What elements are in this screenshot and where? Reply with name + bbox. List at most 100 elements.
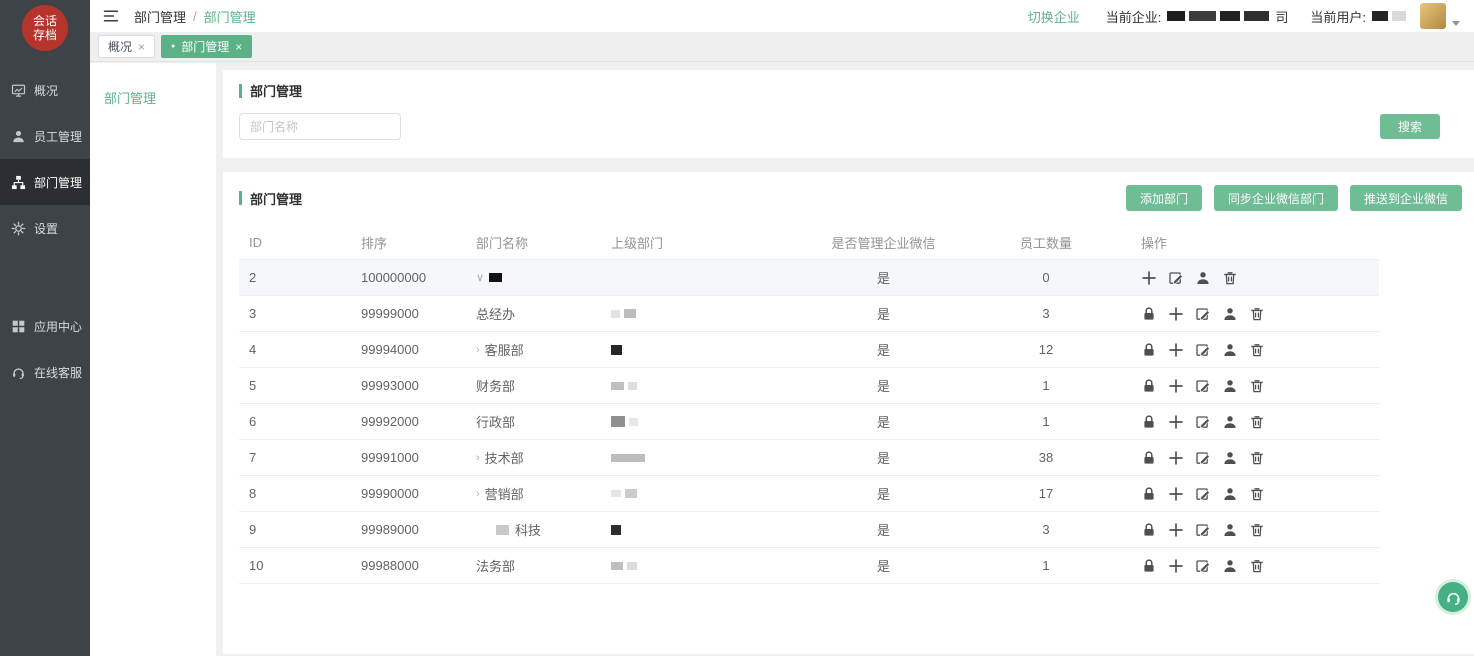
lock-icon[interactable] xyxy=(1141,342,1157,358)
breadcrumb-root[interactable]: 部门管理 xyxy=(134,7,186,26)
cell-count: 38 xyxy=(971,450,1121,465)
delete-icon[interactable] xyxy=(1249,486,1265,502)
add-sub-department-icon[interactable] xyxy=(1168,414,1184,430)
sidebar-item-departments[interactable]: 部门管理 xyxy=(0,159,90,205)
members-icon[interactable] xyxy=(1222,306,1238,322)
delete-icon[interactable] xyxy=(1249,522,1265,538)
edit-icon[interactable] xyxy=(1195,306,1211,322)
department-table: ID 排序 部门名称 上级部门 是否管理企业微信 员工数量 操作 2 10000… xyxy=(239,226,1379,584)
title-accent-bar xyxy=(239,191,242,205)
lock-icon[interactable] xyxy=(1141,486,1157,502)
members-icon[interactable] xyxy=(1222,378,1238,394)
add-sub-department-icon[interactable] xyxy=(1168,378,1184,394)
cell-name: › 技术部 xyxy=(476,448,611,467)
tab-overview[interactable]: 概况 × xyxy=(98,35,155,58)
headset-icon xyxy=(11,365,26,380)
members-icon[interactable] xyxy=(1222,342,1238,358)
table-card-title: 部门管理 xyxy=(250,189,302,208)
expand-arrow-icon[interactable]: › xyxy=(476,488,480,500)
user-name-redacted xyxy=(1372,11,1406,21)
collapse-menu-icon[interactable] xyxy=(102,8,120,24)
caret-down-icon[interactable] xyxy=(1452,21,1460,26)
sidebar-item-label: 部门管理 xyxy=(34,174,82,191)
search-card: 部门管理 搜索 xyxy=(223,70,1474,158)
cell-id: 9 xyxy=(239,522,361,537)
row-actions xyxy=(1121,414,1379,430)
cell-wework: 是 xyxy=(796,484,971,503)
edit-icon[interactable] xyxy=(1168,270,1184,286)
edit-icon[interactable] xyxy=(1195,342,1211,358)
lock-icon[interactable] xyxy=(1141,522,1157,538)
edit-icon[interactable] xyxy=(1195,522,1211,538)
members-icon[interactable] xyxy=(1222,414,1238,430)
add-sub-department-icon[interactable] xyxy=(1168,306,1184,322)
lock-icon[interactable] xyxy=(1141,378,1157,394)
members-icon[interactable] xyxy=(1222,558,1238,574)
sidebar-item-overview[interactable]: 概况 xyxy=(0,67,90,113)
edit-icon[interactable] xyxy=(1195,414,1211,430)
cell-count: 0 xyxy=(971,270,1121,285)
members-icon[interactable] xyxy=(1222,522,1238,538)
sidebar-item-online-service[interactable]: 在线客服 xyxy=(0,349,90,395)
members-icon[interactable] xyxy=(1195,270,1211,286)
app-logo[interactable]: 会话 存档 xyxy=(22,5,68,51)
close-icon[interactable]: × xyxy=(138,40,145,54)
lock-icon[interactable] xyxy=(1141,558,1157,574)
edit-icon[interactable] xyxy=(1195,558,1211,574)
search-button[interactable]: 搜索 xyxy=(1380,114,1440,139)
delete-icon[interactable] xyxy=(1249,558,1265,574)
cell-parent xyxy=(611,489,796,498)
delete-icon[interactable] xyxy=(1249,414,1265,430)
edit-icon[interactable] xyxy=(1195,486,1211,502)
expand-arrow-icon[interactable]: › xyxy=(476,344,480,356)
cell-count: 12 xyxy=(971,342,1121,357)
collapse-arrow-icon[interactable]: ∨ xyxy=(476,271,484,284)
add-sub-department-icon[interactable] xyxy=(1168,450,1184,466)
add-department-button[interactable]: 添加部门 xyxy=(1126,185,1202,211)
lock-icon[interactable] xyxy=(1141,450,1157,466)
add-sub-department-icon[interactable] xyxy=(1168,342,1184,358)
sidebar-item-settings[interactable]: 设置 xyxy=(0,205,90,251)
search-card-title: 部门管理 xyxy=(250,81,302,100)
edit-icon[interactable] xyxy=(1195,450,1211,466)
lock-icon[interactable] xyxy=(1141,414,1157,430)
delete-icon[interactable] xyxy=(1222,270,1238,286)
user-avatar[interactable] xyxy=(1420,3,1446,29)
table-row: 5 99993000 财务部 是 1 xyxy=(239,368,1379,404)
department-name-input[interactable] xyxy=(239,113,401,140)
switch-company-link[interactable]: 切换企业 xyxy=(1028,7,1080,26)
tab-departments[interactable]: ● 部门管理 × xyxy=(161,35,252,58)
help-float-button[interactable] xyxy=(1438,582,1468,612)
expand-arrow-icon[interactable]: › xyxy=(476,452,480,464)
delete-icon[interactable] xyxy=(1249,378,1265,394)
add-sub-department-icon[interactable] xyxy=(1168,522,1184,538)
sidebar-item-app-center[interactable]: 应用中心 xyxy=(0,303,90,349)
add-sub-department-icon[interactable] xyxy=(1168,486,1184,502)
cell-sort: 99991000 xyxy=(361,450,476,465)
table-row: 6 99992000 行政部 是 1 xyxy=(239,404,1379,440)
close-icon[interactable]: × xyxy=(235,40,242,54)
push-to-wework-button[interactable]: 推送到企业微信 xyxy=(1350,185,1462,211)
redacted-parent-name xyxy=(611,525,621,535)
edit-icon[interactable] xyxy=(1195,378,1211,394)
add-sub-department-icon[interactable] xyxy=(1141,270,1157,286)
members-icon[interactable] xyxy=(1222,450,1238,466)
sidebar-item-employees[interactable]: 员工管理 xyxy=(0,113,90,159)
delete-icon[interactable] xyxy=(1249,450,1265,466)
cell-count: 17 xyxy=(971,486,1121,501)
overview-icon xyxy=(11,83,26,98)
delete-icon[interactable] xyxy=(1249,342,1265,358)
delete-icon[interactable] xyxy=(1249,306,1265,322)
cell-wework: 是 xyxy=(796,340,971,359)
cell-parent xyxy=(611,309,796,318)
cell-name: ∨ xyxy=(476,271,611,284)
sync-wework-departments-button[interactable]: 同步企业微信部门 xyxy=(1214,185,1338,211)
members-icon[interactable] xyxy=(1222,486,1238,502)
subsidebar-item-departments[interactable]: 部门管理 xyxy=(90,63,216,107)
cell-name: 财务部 xyxy=(476,376,611,395)
lock-icon[interactable] xyxy=(1141,306,1157,322)
cell-parent xyxy=(611,562,796,570)
company-suffix: 司 xyxy=(1275,7,1288,26)
add-sub-department-icon[interactable] xyxy=(1168,558,1184,574)
redacted-block xyxy=(1372,11,1388,21)
